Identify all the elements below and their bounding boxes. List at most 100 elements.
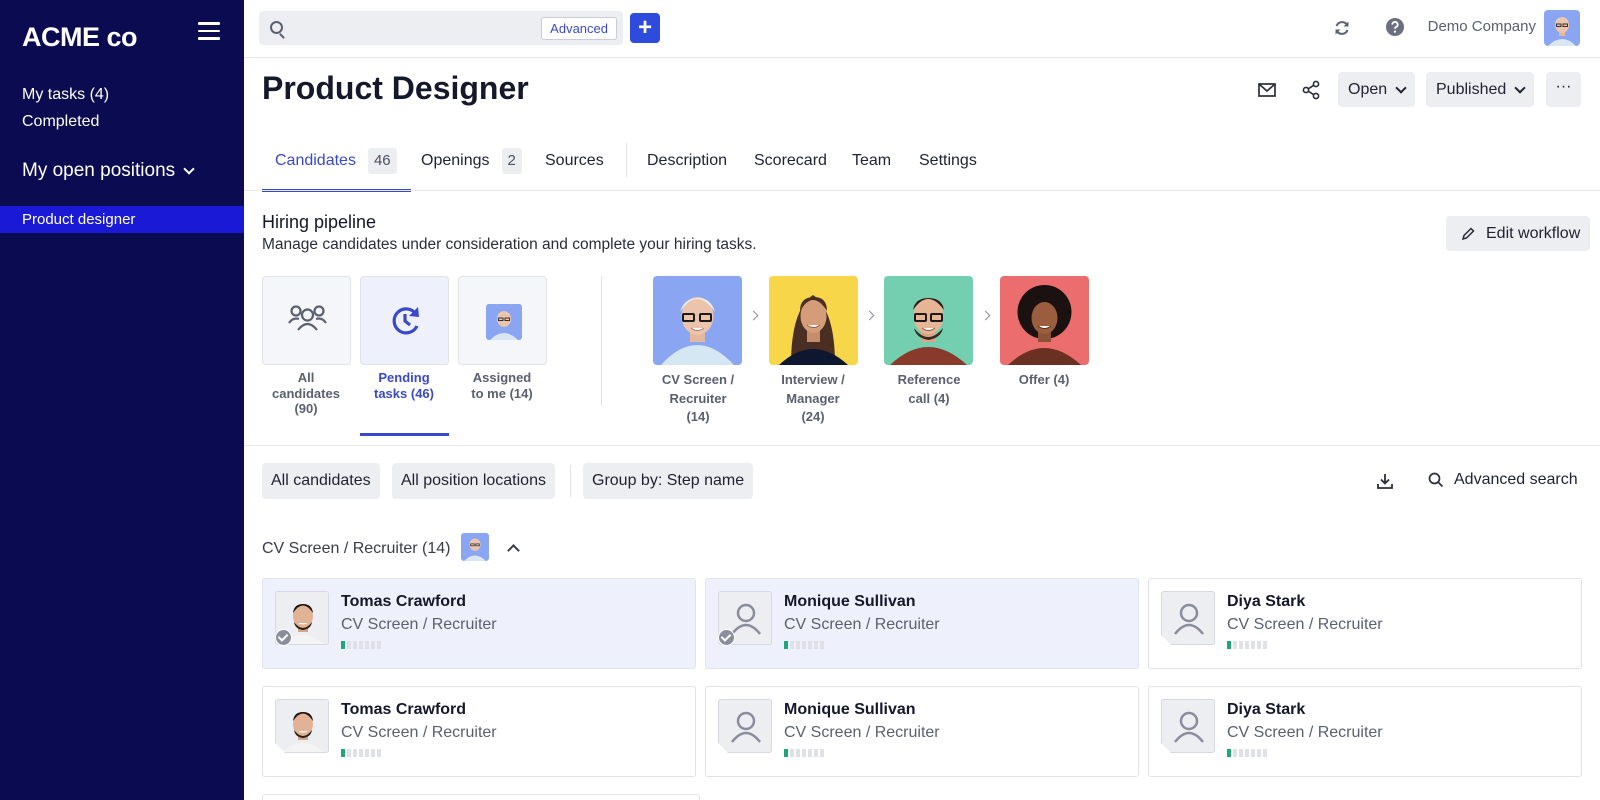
stage-label-line: (14) <box>686 409 710 424</box>
stage-interview[interactable] <box>769 276 858 365</box>
progress-segment <box>377 749 381 757</box>
progress-segment <box>802 641 806 649</box>
refresh-icon[interactable] <box>1332 18 1352 38</box>
tab-label: Settings <box>919 152 977 169</box>
advanced-search-button[interactable]: Advanced <box>541 17 617 40</box>
candidate-card[interactable]: Diya Stark CV Screen / Recruiter <box>1148 578 1582 669</box>
publish-dropdown-label: Published <box>1436 80 1507 98</box>
chip-divider <box>570 465 571 497</box>
status-dropdown-label: Open <box>1348 80 1388 98</box>
candidate-card[interactable]: Tomas Crawford CV Screen / Recruiter <box>262 578 696 669</box>
progress-segment <box>814 749 818 757</box>
filter-label-line: Pending <box>378 370 430 385</box>
menu-icon[interactable] <box>198 22 220 40</box>
progress-segment <box>784 641 788 649</box>
progress-segment <box>808 641 812 649</box>
stage-cv-screen[interactable] <box>653 276 742 365</box>
chevron-up-icon[interactable] <box>506 543 520 557</box>
candidate-card[interactable]: Diya Stark CV Screen / Recruiter <box>1148 686 1582 777</box>
tab-settings[interactable]: Settings <box>919 140 977 192</box>
candidate-card[interactable] <box>262 794 700 800</box>
tab-sources[interactable]: Sources <box>545 140 604 192</box>
tab-openings[interactable]: Openings 2 <box>421 140 522 192</box>
tab-description[interactable]: Description <box>647 140 727 192</box>
sidebar-section-open-positions[interactable]: My open positions <box>22 160 195 182</box>
filter-pending-tasks-label: Pending tasks (46) <box>354 370 454 401</box>
filter-all-candidates-label: All candidates (90) <box>256 370 356 417</box>
download-icon[interactable] <box>1375 471 1395 491</box>
sidebar-item-product-designer[interactable]: Product designer <box>0 206 244 233</box>
chevron-down-icon <box>183 163 195 175</box>
divider <box>244 190 1600 191</box>
stage-label-line: Interview / <box>781 372 845 387</box>
stage-interview-label: Interview / Manager (24) <box>763 371 863 427</box>
progress-segment <box>1257 749 1261 757</box>
more-options-button[interactable]: ··· <box>1546 72 1581 107</box>
candidate-progress <box>341 641 381 649</box>
edit-workflow-label: Edit workflow <box>1486 224 1581 242</box>
candidate-card[interactable]: Tomas Crawford CV Screen / Recruiter <box>262 686 696 777</box>
progress-segment <box>820 749 824 757</box>
filter-pending-tasks[interactable] <box>360 276 449 365</box>
check-icon <box>718 629 735 646</box>
status-dropdown[interactable]: Open <box>1338 72 1416 107</box>
company-name[interactable]: Demo Company <box>1428 18 1536 35</box>
stage-label-line: Offer (4) <box>1018 372 1070 387</box>
tab-count: 46 <box>367 148 397 174</box>
progress-segment <box>341 749 345 757</box>
filter-chip-locations[interactable]: All position locations <box>392 463 555 499</box>
progress-segment <box>341 641 345 649</box>
group-label: CV Screen / Recruiter (14) <box>262 540 451 557</box>
candidate-name: Diya Stark <box>1227 593 1306 610</box>
tab-candidates[interactable]: Candidates 46 <box>262 140 411 192</box>
filter-label-line: (90) <box>294 401 318 416</box>
progress-segment <box>1257 641 1261 649</box>
progress-segment <box>1233 749 1237 757</box>
progress-segment <box>347 641 351 649</box>
candidate-name: Tomas Crawford <box>341 701 467 718</box>
pencil-icon <box>1461 226 1475 240</box>
sidebar-item-completed[interactable]: Completed <box>22 113 99 131</box>
filter-all-candidates[interactable] <box>262 276 351 365</box>
filter-chip-group-by[interactable]: Group by: Step name <box>583 463 754 499</box>
progress-segment <box>808 749 812 757</box>
add-button[interactable]: + <box>630 13 660 43</box>
stage-reference-call[interactable] <box>884 276 973 365</box>
filter-chip-all-candidates[interactable]: All candidates <box>262 463 380 499</box>
tab-divider <box>626 143 627 177</box>
progress-segment <box>1227 749 1231 757</box>
sidebar-item-my-tasks[interactable]: My tasks (4) <box>22 86 109 104</box>
candidate-card[interactable]: Monique Sullivan CV Screen / Recruiter <box>705 686 1139 777</box>
help-icon[interactable] <box>1385 17 1405 37</box>
publish-dropdown[interactable]: Published <box>1426 72 1535 107</box>
progress-segment <box>1245 641 1249 649</box>
search-input[interactable] <box>293 17 523 39</box>
edit-workflow-button[interactable]: Edit workflow <box>1446 216 1591 251</box>
candidate-name: Monique Sullivan <box>784 701 916 718</box>
stage-offer[interactable] <box>1000 276 1089 365</box>
tab-scorecard[interactable]: Scorecard <box>754 140 827 192</box>
chevron-right-icon <box>864 310 875 321</box>
progress-segment <box>1251 641 1255 649</box>
share-icon[interactable] <box>1300 79 1322 101</box>
progress-segment <box>1233 641 1237 649</box>
filter-assigned-label: Assigned to me (14) <box>452 370 552 401</box>
filter-label-line: All <box>297 370 315 385</box>
progress-segment <box>353 641 357 649</box>
tab-label: Openings <box>421 152 490 169</box>
stage-label-line: CV Screen / <box>661 372 735 387</box>
candidate-card[interactable]: Monique Sullivan CV Screen / Recruiter <box>705 578 1139 669</box>
filter-assigned-to-me[interactable] <box>458 276 547 365</box>
candidate-step: CV Screen / Recruiter <box>341 724 497 741</box>
progress-segment <box>359 641 363 649</box>
progress-segment <box>796 641 800 649</box>
sidebar: ACME co My tasks (4) Completed My open p… <box>0 0 244 800</box>
search-bar: Advanced <box>259 11 623 45</box>
tab-team[interactable]: Team <box>852 140 891 192</box>
mail-icon[interactable] <box>1256 79 1278 101</box>
advanced-search-link[interactable]: Advanced search <box>1428 471 1578 489</box>
filter-label-line: Assigned <box>472 370 532 385</box>
user-avatar[interactable] <box>1544 10 1580 46</box>
progress-segment <box>784 749 788 757</box>
tab-label: Scorecard <box>754 152 827 169</box>
